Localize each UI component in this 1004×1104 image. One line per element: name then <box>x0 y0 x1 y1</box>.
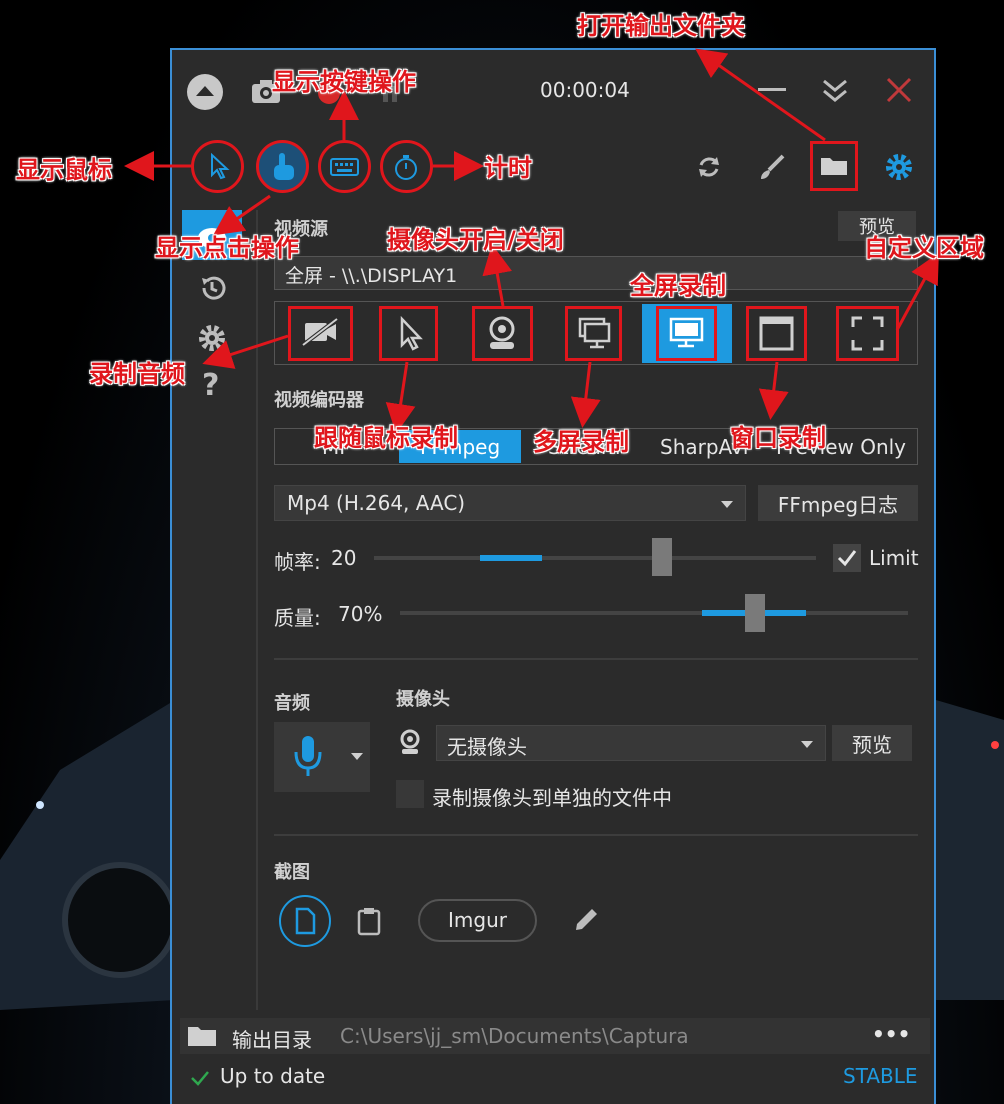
annotation-camera-toggle: 摄像头开启/关闭 <box>387 226 564 254</box>
annotation-multi-screen: 多屏录制 <box>533 428 629 456</box>
annotation-timer: 计时 <box>484 154 532 182</box>
annotation-show-keystrokes: 显示按键操作 <box>272 68 416 96</box>
annotation-open-output-folder: 打开输出文件夹 <box>577 12 745 40</box>
annotation-window-record: 窗口录制 <box>730 424 826 452</box>
annotation-show-clicks: 显示点击操作 <box>155 234 299 262</box>
annotation-custom-region: 自定义区域 <box>864 234 984 262</box>
annotation-show-mouse: 显示鼠标 <box>16 156 112 184</box>
annotation-record-audio: 录制音频 <box>89 360 185 388</box>
annotation-follow-mouse: 跟随鼠标录制 <box>314 424 458 452</box>
annotation-fullscreen-record: 全屏录制 <box>630 272 726 300</box>
